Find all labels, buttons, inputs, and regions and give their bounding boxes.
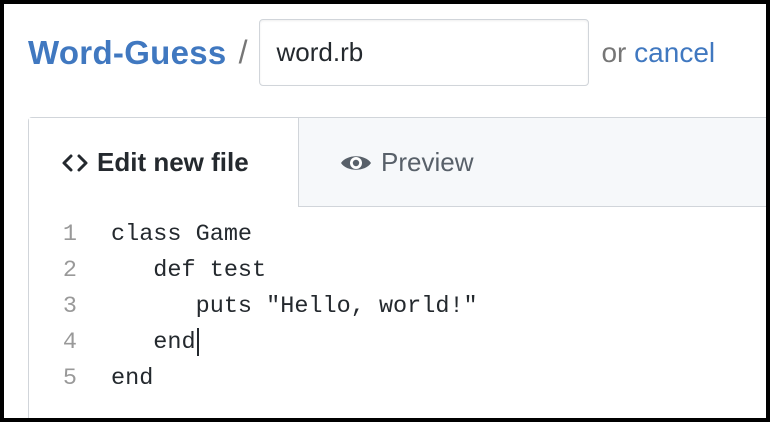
code-line: 3 puts "Hello, world!" bbox=[29, 288, 766, 324]
line-number: 2 bbox=[62, 256, 77, 284]
code-area[interactable]: 1 class Game 2 def test 3 puts "Hello, w… bbox=[29, 216, 766, 396]
tab-preview-label: Preview bbox=[381, 147, 474, 177]
tab-preview[interactable]: Preview bbox=[299, 118, 473, 207]
or-text: or bbox=[601, 36, 627, 68]
repo-link[interactable]: Word-Guess bbox=[28, 34, 227, 72]
line-number: 5 bbox=[62, 364, 77, 392]
cancel-link[interactable]: cancel bbox=[634, 37, 715, 68]
line-number: 3 bbox=[62, 292, 77, 320]
eye-icon bbox=[339, 152, 373, 174]
editor-tabbar: Edit new file Preview bbox=[29, 118, 766, 207]
line-text: end bbox=[111, 328, 196, 356]
code-line: 1 class Game bbox=[29, 216, 766, 252]
line-text: puts "Hello, world!" bbox=[111, 292, 478, 320]
text-caret bbox=[196, 328, 199, 356]
line-number: 4 bbox=[62, 328, 77, 356]
filename-input[interactable] bbox=[259, 19, 590, 86]
path-separator: / bbox=[238, 34, 248, 70]
tab-edit-label: Edit new file bbox=[97, 147, 249, 177]
code-line: 4 end bbox=[29, 324, 766, 360]
line-text: class Game bbox=[111, 220, 253, 248]
line-text: end bbox=[111, 364, 154, 392]
or-cancel: or cancel bbox=[601, 37, 715, 69]
window-frame: Word-Guess / or cancel Edit new file bbox=[0, 0, 770, 422]
line-number: 1 bbox=[62, 220, 77, 248]
file-editor: Edit new file Preview 1 class Game 2 def… bbox=[28, 117, 766, 418]
code-line: 2 def test bbox=[29, 252, 766, 288]
code-line: 5 end bbox=[29, 360, 766, 396]
code-icon bbox=[61, 153, 89, 173]
tab-edit-new-file[interactable]: Edit new file bbox=[29, 118, 299, 207]
line-text: def test bbox=[111, 256, 267, 284]
file-path-header: Word-Guess / or cancel bbox=[28, 19, 715, 86]
